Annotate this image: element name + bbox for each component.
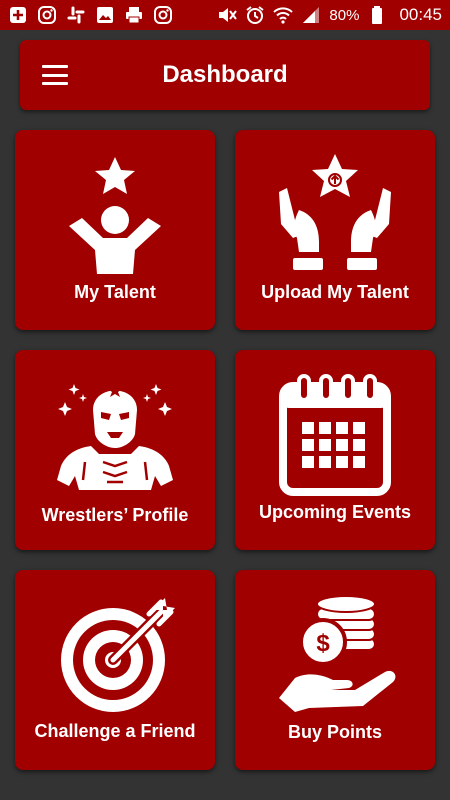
card-upload-my-talent[interactable]: Upload My Talent — [235, 130, 435, 330]
card-label: Challenge a Friend — [34, 721, 196, 741]
mute-icon — [217, 5, 238, 25]
card-challenge-a-friend[interactable]: Challenge a Friend — [15, 570, 215, 770]
printer-icon — [124, 5, 144, 25]
card-label: Buy Points — [287, 722, 382, 742]
instagram-icon — [37, 5, 57, 25]
card-label: Upload My Talent — [261, 282, 409, 302]
card-my-talent[interactable]: My Talent — [15, 130, 215, 330]
wifi-icon — [273, 5, 294, 25]
slack-icon — [66, 5, 86, 25]
card-wrestlers-profile[interactable]: Wrestlers’ Profile — [15, 350, 215, 550]
card-label: Wrestlers’ Profile — [41, 505, 189, 525]
hamburger-menu-icon[interactable] — [42, 65, 68, 85]
add-box-icon — [8, 5, 28, 25]
target-arrow-icon — [61, 598, 175, 712]
battery-icon — [367, 5, 387, 25]
battery-percent: 80% — [329, 6, 360, 24]
status-bar: 80% 00:45 — [0, 0, 450, 30]
card-label: Upcoming Events — [258, 502, 412, 522]
image-icon — [95, 5, 115, 25]
svg-text:$: $ — [316, 630, 330, 657]
card-label: My Talent — [74, 282, 156, 302]
signal-icon — [301, 5, 321, 25]
star-person-icon — [69, 157, 161, 274]
page-title: Dashboard — [162, 61, 288, 88]
wrestler-mask-icon — [57, 384, 173, 490]
hands-star-upload-icon — [279, 154, 391, 270]
card-buy-points[interactable]: $ Buy Points — [235, 570, 435, 770]
alarm-icon — [245, 5, 265, 25]
instagram-icon — [153, 5, 173, 25]
calendar-icon — [279, 374, 391, 496]
coins-hand-icon: $ — [279, 595, 396, 712]
app-bar: Dashboard — [20, 40, 430, 110]
clock: 00:45 — [399, 5, 442, 24]
card-upcoming-events[interactable]: Upcoming Events — [235, 350, 435, 550]
